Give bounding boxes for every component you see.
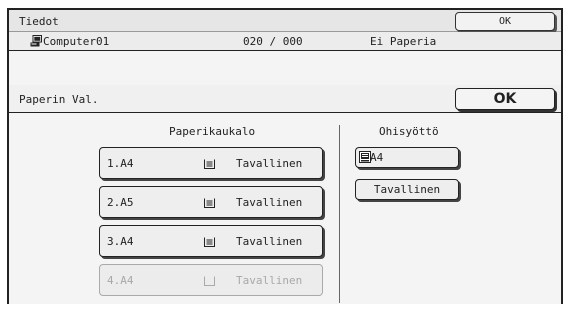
tray-label: 3.A4 [107,235,134,248]
tray-section-heading: Paperikaukalo [169,125,256,138]
header-title: Tiedot [19,15,59,28]
tray-paper-type: Tavallinen [236,196,303,209]
computer-icon [30,35,42,47]
tray-label: 4.A4 [107,274,134,287]
tray-label: 1.A4 [107,157,134,170]
tray-paper-type: Tavallinen [236,274,303,287]
bypass-section-heading: Ohisyöttö [379,125,439,138]
paper-stack-icon [204,198,215,208]
title-row: Tiedot OK [9,10,561,32]
tray-paper-type: Tavallinen [236,235,303,248]
bypass-size-label: A4 [370,151,384,164]
header-ok-button[interactable]: OK [455,12,555,31]
dialog-ok-button[interactable]: OK [455,88,555,110]
tray-1-button[interactable]: 1.A4 Tavallinen [99,147,323,179]
paper-select-panel: Paperikaukalo Ohisyöttö 1.A4 Tavallinen … [9,113,561,304]
bypass-type-label: Tavallinen [373,183,441,196]
tray-3-button[interactable]: 3.A4 Tavallinen [99,225,323,257]
paper-status: Ei Paperia [370,35,437,48]
job-info-row: Computer01 020 / 000 Ei Paperia [9,32,561,51]
screen: Tiedot OK Computer01 020 / 000 Ei Paperi… [7,8,563,304]
paper-stack-icon [204,159,215,169]
paper-stack-icon [204,237,215,247]
computer-name: Computer01 [43,35,110,48]
bypass-type-button[interactable]: Tavallinen [355,179,459,200]
dialog-header: Paperin Val. OK [9,85,561,113]
status-header: Tiedot OK Computer01 020 / 000 Ei Paperi… [9,10,561,51]
job-counter: 020 / 000 [243,35,303,48]
tray-paper-type: Tavallinen [236,157,303,170]
bypass-size-button[interactable]: A4 [355,147,459,168]
section-divider [339,125,340,303]
tray-label: 2.A5 [107,196,134,209]
empty-tray-icon [204,276,215,286]
tray-4-button: 4.A4 Tavallinen [99,264,323,296]
dialog-title: Paperin Val. [19,93,99,106]
tray-2-button[interactable]: 2.A5 Tavallinen [99,186,323,218]
